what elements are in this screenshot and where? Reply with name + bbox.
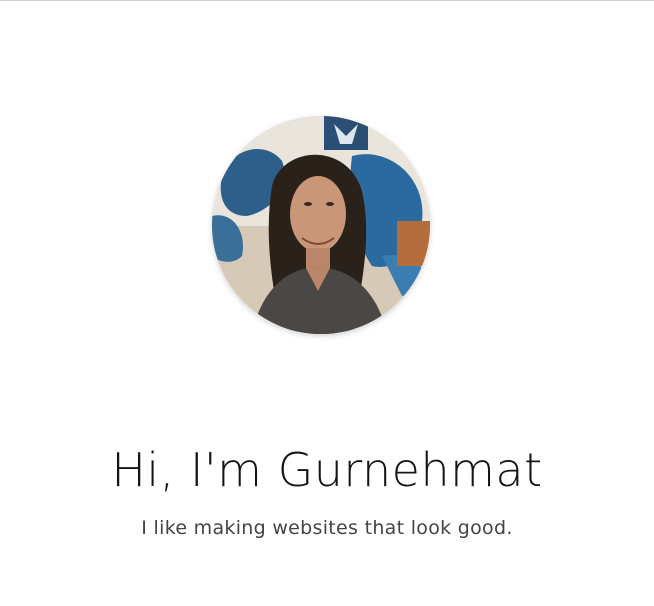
hero-greeting: Hi, I'm Gurnehmat — [111, 443, 543, 497]
hero-tagline: I like making websites that look good. — [141, 517, 513, 539]
hero-section: Hi, I'm Gurnehmat I like making websites… — [0, 0, 654, 606]
profile-avatar — [212, 116, 430, 334]
avatar-photo-illustration — [212, 116, 430, 334]
